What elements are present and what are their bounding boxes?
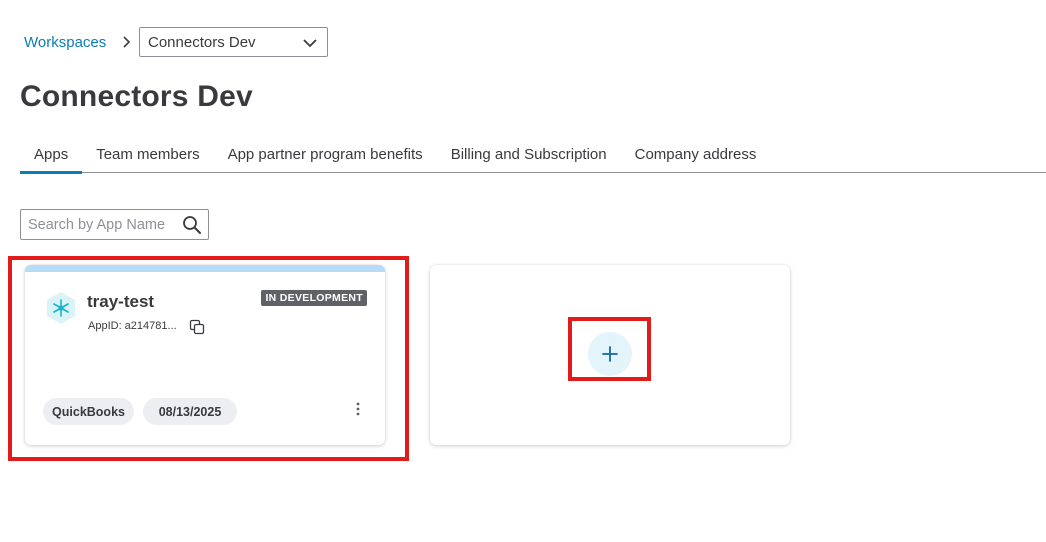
breadcrumb: Workspaces Connectors Dev	[24, 27, 328, 57]
app-name[interactable]: tray-test	[87, 292, 154, 312]
add-app-card[interactable]	[430, 265, 790, 445]
app-card[interactable]: tray-test AppID: a214781... IN DEVELOPME…	[25, 265, 385, 445]
page-title: Connectors Dev	[20, 80, 253, 113]
kebab-menu-icon[interactable]	[353, 401, 363, 419]
date-chip: 08/13/2025	[143, 398, 237, 425]
tab-team-members[interactable]: Team members	[82, 140, 213, 173]
tab-company-address[interactable]: Company address	[621, 140, 771, 173]
tab-app-partner-program-benefits[interactable]: App partner program benefits	[214, 140, 437, 173]
tab-billing-and-subscription[interactable]: Billing and Subscription	[437, 140, 621, 173]
app-logo-icon	[47, 292, 75, 324]
tab-apps[interactable]: Apps	[20, 140, 83, 174]
chevron-right-icon	[120, 35, 134, 49]
workspace-select[interactable]: Connectors Dev	[139, 27, 328, 57]
chevron-down-icon	[303, 39, 317, 48]
breadcrumb-workspaces-link[interactable]: Workspaces	[24, 34, 106, 51]
search-input[interactable]	[21, 216, 176, 233]
search-box	[20, 209, 209, 240]
copy-icon[interactable]	[189, 319, 205, 335]
integration-chip: QuickBooks	[43, 398, 134, 425]
add-app-button[interactable]	[588, 332, 632, 376]
app-id: AppID: a214781...	[88, 320, 177, 332]
tab-bar: Apps Team members App partner program be…	[20, 140, 1046, 174]
status-badge: IN DEVELOPMENT	[261, 290, 367, 306]
search-icon[interactable]	[182, 215, 202, 235]
app-card-topbar	[25, 265, 385, 272]
plus-icon	[602, 346, 618, 362]
workspace-select-value: Connectors Dev	[148, 33, 256, 51]
